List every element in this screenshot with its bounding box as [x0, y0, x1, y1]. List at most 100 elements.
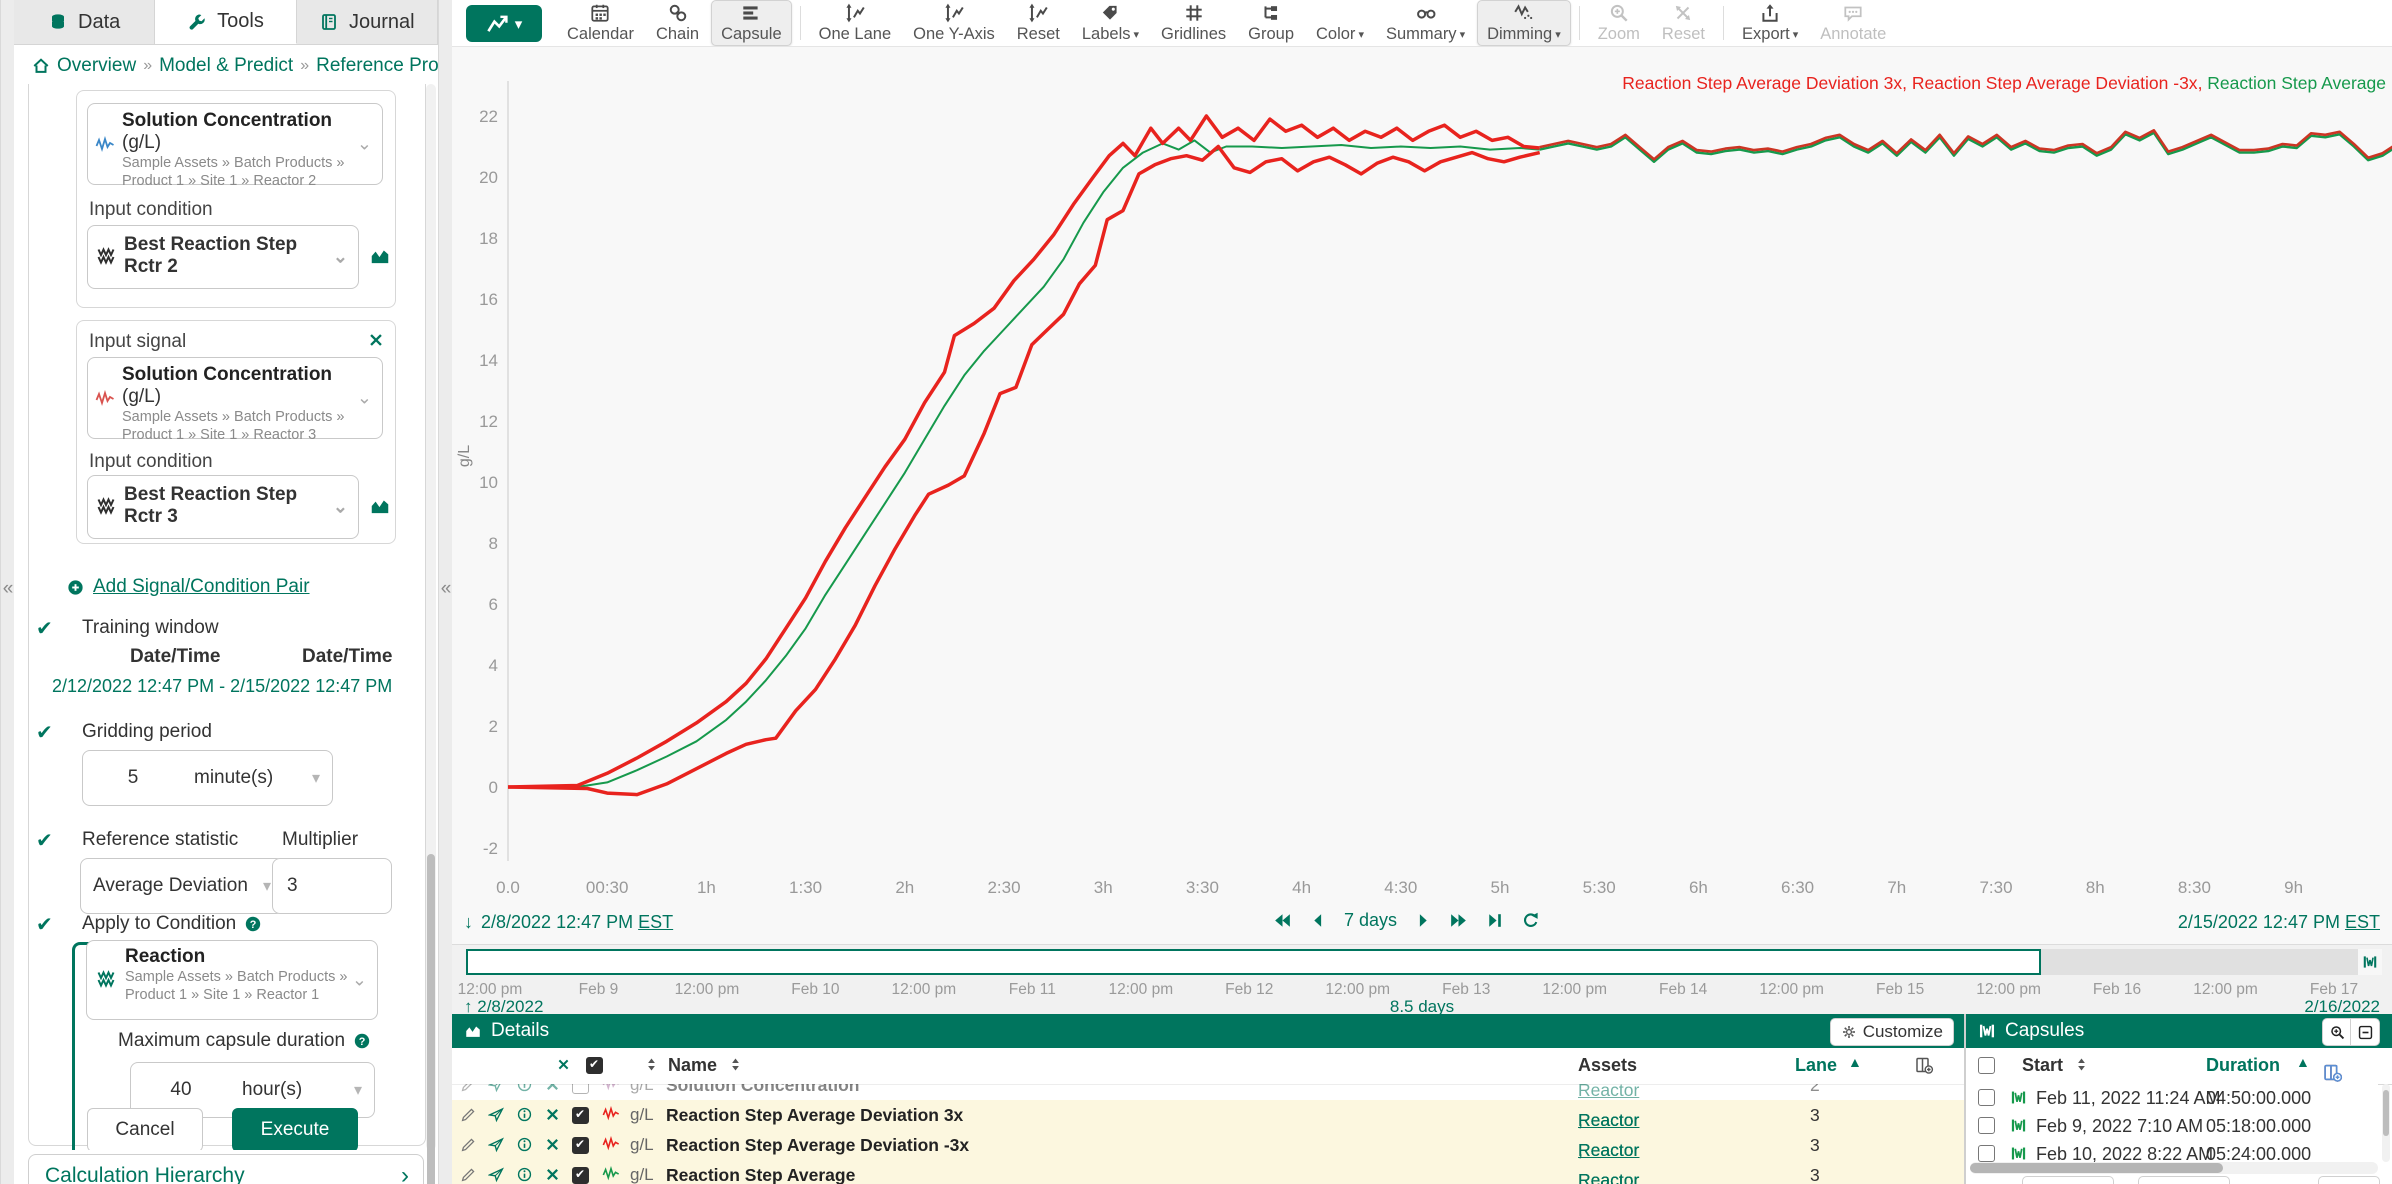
panel-scrollbar[interactable] — [426, 84, 436, 1150]
home-icon[interactable] — [32, 57, 50, 75]
step-forward-full-icon[interactable] — [1448, 910, 1469, 931]
step-back-icon[interactable] — [1308, 910, 1329, 931]
cancel-button[interactable]: Cancel — [87, 1108, 203, 1150]
sort-icon[interactable] — [2074, 1057, 2089, 1072]
legend-entry[interactable]: Reaction Step Average Deviation -3x — [1912, 73, 2198, 93]
calculation-hierarchy-header[interactable]: Calculation Hierarchy › — [28, 1154, 424, 1184]
help-icon[interactable]: ? — [353, 1032, 371, 1050]
view-capsules-icon[interactable] — [369, 495, 391, 517]
name-column-header[interactable]: Name — [668, 1055, 717, 1076]
pager-button[interactable] — [2022, 1176, 2114, 1184]
item-name[interactable]: Solution Concentration — [666, 1084, 859, 1096]
refresh-icon[interactable] — [1520, 910, 1541, 931]
assets-column-header[interactable]: Assets — [1578, 1055, 1637, 1076]
capsules-vscrollbar[interactable] — [2382, 1084, 2390, 1162]
edit-icon[interactable] — [460, 1136, 477, 1153]
help-icon[interactable]: ? — [244, 915, 262, 933]
step-forward-icon[interactable] — [1412, 910, 1433, 931]
input-condition-select-1[interactable]: Best Reaction Step Rctr 2 ⌄ — [87, 225, 359, 289]
info-icon[interactable] — [516, 1084, 533, 1093]
pager-button[interactable] — [2138, 1176, 2230, 1184]
range-label[interactable]: 7 days — [1344, 910, 1397, 931]
capsule-row[interactable]: Feb 11, 2022 11:24 AM04:50:00.000 — [1966, 1084, 2378, 1113]
breadcrumb-overview[interactable]: Overview — [57, 55, 136, 77]
add-pair-label[interactable]: Add Signal/Condition Pair — [93, 576, 310, 598]
capsules-collapse-button[interactable] — [2350, 1018, 2380, 1046]
info-icon[interactable] — [516, 1106, 533, 1123]
row-checkbox[interactable] — [572, 1084, 589, 1094]
chart-type-dropdown[interactable]: ▾ — [466, 5, 542, 42]
select-all-checkbox[interactable] — [586, 1057, 603, 1074]
apply-condition-select[interactable]: Reaction Sample Assets » Batch Products … — [86, 940, 378, 1020]
edit-icon[interactable] — [460, 1084, 477, 1093]
chart-canvas[interactable]: 2220181614121086420-20.000:301h1:302h2:3… — [452, 47, 2392, 905]
execute-button[interactable]: Execute — [232, 1108, 358, 1150]
toolbar-capsule-button[interactable]: Capsule — [711, 0, 792, 46]
send-icon[interactable] — [488, 1166, 505, 1183]
info-icon[interactable] — [516, 1136, 533, 1153]
capsules-select-all[interactable] — [1978, 1057, 1995, 1074]
view-capsules-icon[interactable] — [369, 245, 391, 267]
add-column-icon[interactable] — [2322, 1062, 2343, 1083]
toolbar-export-button[interactable]: Export ▾ — [1732, 0, 1808, 46]
legend-entry[interactable]: Reaction Step Average Deviation 3x — [1622, 73, 1902, 93]
range-end-date[interactable]: 2/15/2022 12:47 PM — [2178, 912, 2340, 932]
legend-entry[interactable]: Reaction Step Average — [2207, 73, 2386, 93]
table-row[interactable]: g/LReaction Step Average Deviation -3xRe… — [452, 1130, 1964, 1161]
customize-button[interactable]: Customize — [1830, 1018, 1954, 1046]
breadcrumb-model-predict[interactable]: Model & Predict — [159, 55, 293, 77]
add-signal-condition-pair[interactable]: Add Signal/Condition Pair — [66, 576, 310, 598]
tab-journal[interactable]: Journal — [297, 0, 438, 44]
table-row[interactable]: g/LReaction Step AverageReactor 1, React… — [452, 1160, 1964, 1184]
input-signal-select-1[interactable]: Solution Concentration (g/L) Sample Asse… — [87, 103, 383, 185]
send-icon[interactable] — [488, 1084, 505, 1093]
send-icon[interactable] — [488, 1136, 505, 1153]
toolbar-group-button[interactable]: Group — [1238, 0, 1304, 46]
item-name[interactable]: Reaction Step Average — [666, 1165, 855, 1184]
toolbar-chain-button[interactable]: Chain — [646, 0, 709, 46]
range-start[interactable]: ↓ 2/8/2022 12:47 PM EST — [464, 912, 673, 933]
row-checkbox[interactable] — [572, 1107, 589, 1124]
table-row[interactable]: g/LSolution ConcentrationReactor 12 — [452, 1084, 1964, 1101]
remove-icon[interactable] — [544, 1136, 561, 1153]
capsule-checkbox[interactable] — [1978, 1117, 1995, 1134]
sort-icon[interactable] — [644, 1057, 659, 1072]
capsules-hscrollbar[interactable] — [1970, 1162, 2378, 1174]
pager-button[interactable] — [2318, 1176, 2380, 1184]
send-icon[interactable] — [488, 1106, 505, 1123]
sort-icon[interactable] — [728, 1057, 743, 1072]
toolbar-calendar-button[interactable]: Calendar — [557, 0, 644, 46]
input-signal-select-2[interactable]: Solution Concentration (g/L) Sample Asse… — [87, 357, 383, 439]
timeline-bar[interactable] — [466, 949, 2382, 975]
gridding-value-input[interactable]: 5 — [82, 750, 184, 806]
range-start-tz[interactable]: EST — [638, 912, 673, 932]
timeline-selection[interactable] — [466, 949, 2041, 975]
row-checkbox[interactable] — [572, 1167, 589, 1184]
asset-link[interactable]: Reactor 3 — [1578, 1170, 1639, 1184]
gridding-unit-select[interactable]: minute(s)▾ — [182, 750, 333, 806]
remove-pair-icon[interactable] — [367, 331, 385, 349]
range-end[interactable]: 2/15/2022 12:47 PM EST — [2178, 912, 2380, 933]
tab-tools[interactable]: Tools — [155, 0, 296, 44]
columns-icon[interactable] — [1914, 1055, 1934, 1075]
training-range-value[interactable]: 2/12/2022 12:47 PM - 2/15/2022 12:47 PM — [52, 676, 392, 697]
collapse-panel-icon[interactable]: « — [439, 578, 453, 600]
edit-icon[interactable] — [460, 1166, 477, 1183]
toolbar-dimming-button[interactable]: Dimming ▾ — [1477, 0, 1571, 46]
reference-statistic-select[interactable]: Average Deviation▾ — [80, 858, 284, 914]
table-row[interactable]: g/LReaction Step Average Deviation 3xRea… — [452, 1100, 1964, 1131]
toolbar-one-y-axis-button[interactable]: One Y-Axis — [903, 0, 1005, 46]
input-condition-select-2[interactable]: Best Reaction Step Rctr 3 ⌄ — [87, 475, 359, 539]
edit-icon[interactable] — [460, 1106, 477, 1123]
remove-icon[interactable] — [544, 1084, 561, 1093]
remove-icon[interactable] — [544, 1166, 561, 1183]
collapse-left-rail-icon[interactable]: « — [1, 578, 15, 600]
step-back-full-icon[interactable] — [1272, 910, 1293, 931]
capsule-row[interactable]: Feb 9, 2022 7:10 AM05:18:00.000 — [1966, 1112, 2378, 1141]
item-name[interactable]: Reaction Step Average Deviation 3x — [666, 1105, 963, 1126]
remove-all-icon[interactable] — [556, 1057, 571, 1072]
step-to-now-icon[interactable] — [1484, 910, 1505, 931]
row-checkbox[interactable] — [572, 1137, 589, 1154]
toolbar-labels-button[interactable]: Labels ▾ — [1072, 0, 1149, 46]
item-name[interactable]: Reaction Step Average Deviation -3x — [666, 1135, 969, 1156]
